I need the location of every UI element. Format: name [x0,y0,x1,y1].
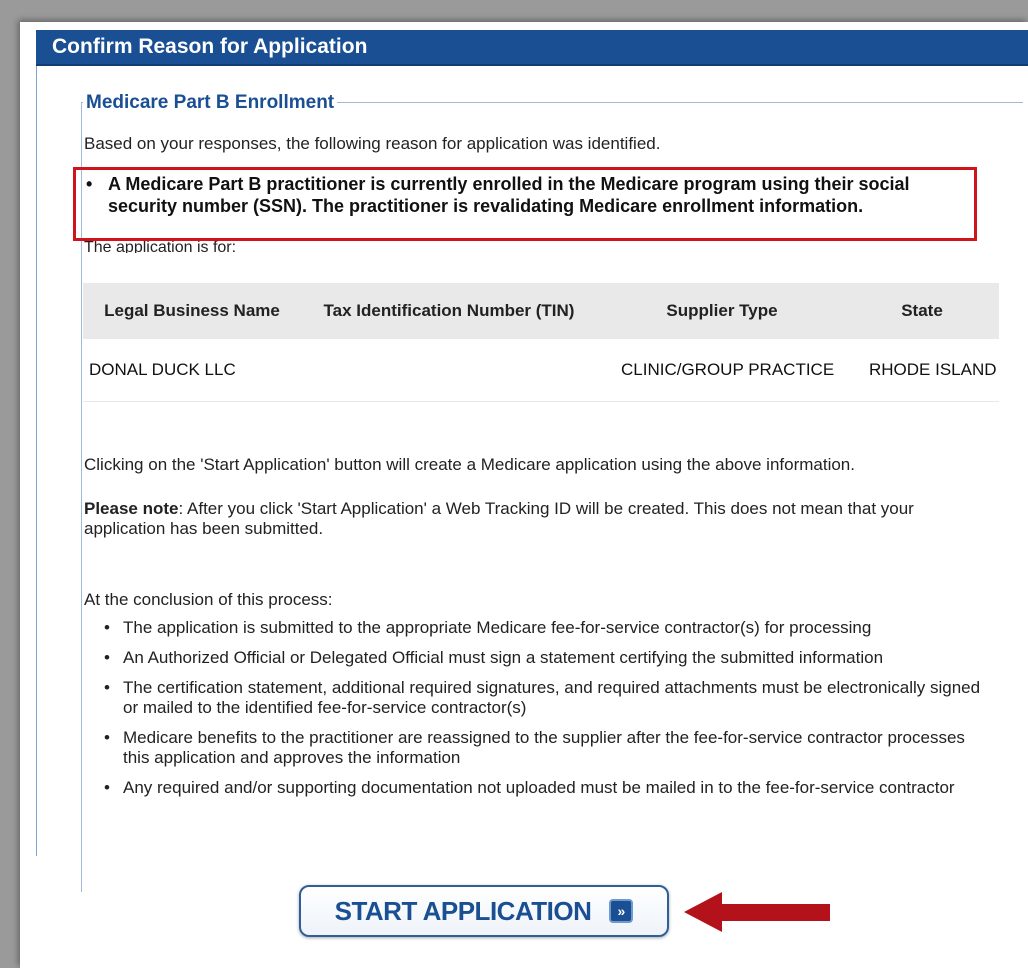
list-item: • Any required and/or supporting document… [104,778,984,798]
list-item-text: The certification statement, additional … [123,678,981,717]
list-item: • Medicare benefits to the practitioner a… [104,728,984,768]
column-header-tin: Tax Identification Number (TIN) [299,283,599,339]
please-note: Please note: After you click 'Start Appl… [84,499,984,539]
list-item: • The application is submitted to the app… [104,618,984,638]
list-item-text: Any required and/or supporting documenta… [123,778,955,797]
section-title: Medicare Part B Enrollment [83,92,338,114]
arrow-shape [684,892,830,932]
conclusion-list: • The application is submitted to the app… [104,618,984,808]
double-chevron-right-icon: » [609,899,634,923]
bullet-dot: • [86,174,93,194]
column-header-supplier-type: Supplier Type [599,283,845,339]
list-item: • An Authorized Official or Delegated Off… [104,648,984,668]
start-application-button[interactable]: START APPLICATION » [299,885,669,937]
cell-supplier-type: CLINIC/GROUP PRACTICE [599,339,845,402]
application-for-label: The application is for: [84,241,237,253]
bullet-dot: • [104,648,110,667]
bullet-dot: • [104,778,110,797]
column-header-legal-name: Legal Business Name [83,283,299,339]
bullet-dot: • [104,618,110,637]
application-table: Legal Business Name Tax Identification N… [83,283,999,402]
application-window: Confirm Reason for Application Medicare … [20,22,1028,968]
list-item-text: Medicare benefits to the practitioner ar… [123,728,965,767]
please-note-text: : After you click 'Start Application' a … [84,499,914,538]
intro-text: Based on your responses, the following r… [84,134,661,153]
reason-text: A Medicare Part B practitioner is curren… [108,174,910,216]
column-header-state: State [845,283,999,339]
cell-state: RHODE ISLAND [845,339,999,402]
page-title: Confirm Reason for Application [52,35,368,58]
list-item-text: The application is submitted to the appr… [123,618,872,637]
list-item: • The certification statement, additional… [104,678,984,718]
page-header: Confirm Reason for Application [36,30,1028,66]
conclusion-heading: At the conclusion of this process: [84,590,333,609]
table-row: DONAL DUCK LLC CLINIC/GROUP PRACTICE RHO… [83,339,999,402]
start-application-label: START APPLICATION [334,895,592,926]
please-note-label: Please note [84,499,179,518]
reason-item: • A Medicare Part B practitioner is curre… [86,173,966,217]
list-item-text: An Authorized Official or Delegated Offi… [123,648,884,667]
red-pointer-arrow-icon [684,892,830,932]
start-info-text: Clicking on the 'Start Application' butt… [84,455,855,474]
bullet-dot: • [104,728,110,747]
content-panel: Medicare Part B Enrollment Based on your… [36,66,1028,892]
table-header-row: Legal Business Name Tax Identification N… [83,283,999,339]
bullet-dot: • [104,678,110,697]
cell-tin [299,339,599,402]
cell-legal-name: DONAL DUCK LLC [83,339,299,402]
